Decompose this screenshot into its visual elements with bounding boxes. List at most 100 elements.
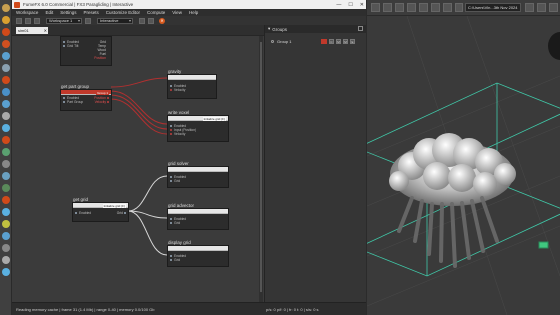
groups-title: Groups	[272, 26, 288, 32]
group-e-button[interactable]: E	[350, 39, 355, 44]
solver-icon[interactable]	[2, 172, 10, 180]
node-title: display grid	[168, 240, 191, 245]
workspace-dropdown[interactable]: Workspace 1	[46, 17, 82, 24]
group-row[interactable]: Group 1 C M M E	[265, 37, 366, 45]
minimize-button[interactable]: —	[336, 2, 341, 8]
viewport-toolbar: C:\Users\Vin...3th Nov 2024	[367, 0, 560, 16]
node-write-voxel[interactable]: write voxel Initialize grid (F) Enabled …	[167, 110, 229, 142]
port-velocity-out[interactable]: Velocity	[95, 100, 106, 104]
menu-workspace[interactable]: Workspace	[16, 10, 38, 15]
settings-icon[interactable]	[2, 244, 10, 252]
pause-icon[interactable]	[148, 17, 154, 24]
tree-icon[interactable]	[2, 184, 10, 192]
menu-presets[interactable]: Presets	[83, 10, 98, 15]
panel-options-icon[interactable]	[358, 26, 363, 31]
close-tab-icon[interactable]: ✕	[44, 28, 47, 33]
menu-edit[interactable]: Edit	[45, 10, 53, 15]
maximize-button[interactable]: ☐	[348, 2, 352, 8]
new-icon[interactable]	[16, 17, 22, 24]
tab-sim01[interactable]: sim01 ✕	[16, 27, 48, 34]
help-icon[interactable]	[2, 268, 10, 276]
link-icon[interactable]	[2, 64, 10, 72]
layer-icon[interactable]	[455, 3, 463, 12]
wind-icon[interactable]	[2, 160, 10, 168]
node-graph-canvas[interactable]: Enabled Grid Grid Tilt Temp Wood Fuel Posi…	[12, 36, 262, 302]
port-grid[interactable]: Grid	[174, 258, 180, 262]
node-title: get grid	[73, 197, 89, 202]
collapse-icon[interactable]: ▾	[268, 26, 270, 32]
fumefx-icon[interactable]	[2, 28, 10, 36]
node-grid-source[interactable]: Enabled Grid Grid Tilt Temp Wood Fuel Posi…	[60, 36, 112, 66]
snap-icon[interactable]	[407, 3, 416, 12]
mirror-icon[interactable]	[431, 3, 440, 12]
sphere-icon[interactable]	[2, 100, 10, 108]
group-color-swatch[interactable]	[321, 39, 327, 44]
voxel-icon[interactable]	[2, 136, 10, 144]
group-name: Group 1	[277, 38, 292, 44]
node-grid-advector[interactable]: grid advector Enabled Grid	[167, 203, 229, 230]
play-icon[interactable]	[139, 17, 145, 24]
port-position-out[interactable]: Position	[94, 56, 106, 60]
3d-viewport[interactable]: C:\Users\Vin...3th Nov 2024	[367, 0, 560, 315]
fire-icon[interactable]	[2, 40, 10, 48]
viewport-scene[interactable]	[367, 16, 560, 315]
port-velocity[interactable]: Velocity	[174, 132, 185, 136]
move-icon[interactable]	[371, 3, 380, 12]
port-grid[interactable]: Grid	[174, 221, 180, 225]
select-icon[interactable]	[2, 4, 10, 12]
port-enabled[interactable]: Enabled	[79, 211, 91, 215]
script-icon[interactable]	[2, 256, 10, 264]
group-c-button[interactable]: C	[329, 39, 334, 44]
emitter-icon[interactable]	[2, 76, 10, 84]
menu-help[interactable]: Help	[189, 10, 198, 15]
add-workspace-icon[interactable]	[85, 17, 91, 24]
stop-icon[interactable]: ✕	[159, 17, 165, 24]
render-setup-icon[interactable]	[525, 3, 534, 12]
camera-icon[interactable]	[2, 124, 10, 132]
folder-icon[interactable]	[2, 16, 10, 24]
node-get-grid[interactable]: get grid Initialize grid (F) Enabled Grid	[72, 197, 129, 222]
menu-customize-editor[interactable]: Customize Editor	[106, 10, 140, 15]
scene-object[interactable]	[548, 32, 560, 60]
node-display-grid[interactable]: display grid Enabled Grid	[167, 240, 229, 267]
rotate-icon[interactable]	[383, 3, 392, 12]
group-m2-button[interactable]: M	[343, 39, 348, 44]
align-icon[interactable]	[443, 3, 452, 12]
menu-bar: Workspace Edit Settings Presets Customiz…	[12, 9, 366, 16]
port-grid[interactable]: Grid	[174, 179, 180, 183]
emitter-object[interactable]	[538, 241, 549, 249]
port-velocity[interactable]: Velocity	[174, 88, 185, 92]
particle-icon[interactable]	[2, 88, 10, 96]
wire-grid-to-advector	[127, 210, 168, 219]
light-icon[interactable]	[2, 220, 10, 228]
menu-compute[interactable]: Compute	[147, 10, 165, 15]
node-gravity[interactable]: gravity Enabled Velocity	[167, 69, 217, 99]
angle-snap-icon[interactable]	[419, 3, 428, 12]
graph-scrollbar[interactable]	[259, 36, 263, 302]
render-icon[interactable]	[2, 196, 10, 204]
save-icon[interactable]	[34, 17, 40, 24]
group-m-button[interactable]: M	[336, 39, 341, 44]
globe-icon[interactable]	[2, 52, 10, 60]
force-icon[interactable]	[2, 148, 10, 156]
scale-icon[interactable]	[395, 3, 404, 12]
display-icon[interactable]	[2, 232, 10, 240]
menu-settings[interactable]: Settings	[60, 10, 76, 15]
close-button[interactable]: ✕	[360, 2, 364, 8]
render-frame-icon[interactable]	[537, 3, 546, 12]
project-path-field[interactable]: C:\Users\Vin...3th Nov 2024	[465, 3, 521, 12]
mode-dropdown[interactable]: Interactive	[97, 17, 133, 24]
graph-tab-bar: sim01 ✕	[12, 25, 264, 36]
render-icon[interactable]	[549, 3, 558, 12]
cache-icon[interactable]	[2, 208, 10, 216]
port-grid-out[interactable]: Grid	[117, 211, 123, 215]
node-title: write voxel	[168, 110, 190, 115]
node-grid-solver[interactable]: grid solver Enabled Grid	[167, 161, 229, 188]
group-radio[interactable]	[271, 39, 274, 43]
node-get-part-group[interactable]: get part group Group 1 Enabled Position P…	[60, 84, 112, 111]
title-bar: FumeFX 6.0 Commercial | FX3 Paragliding …	[12, 0, 366, 9]
open-icon[interactable]	[25, 17, 31, 24]
grid-icon[interactable]	[2, 112, 10, 120]
menu-view[interactable]: View	[172, 10, 182, 15]
port-part-group[interactable]: Part Group	[67, 100, 83, 104]
